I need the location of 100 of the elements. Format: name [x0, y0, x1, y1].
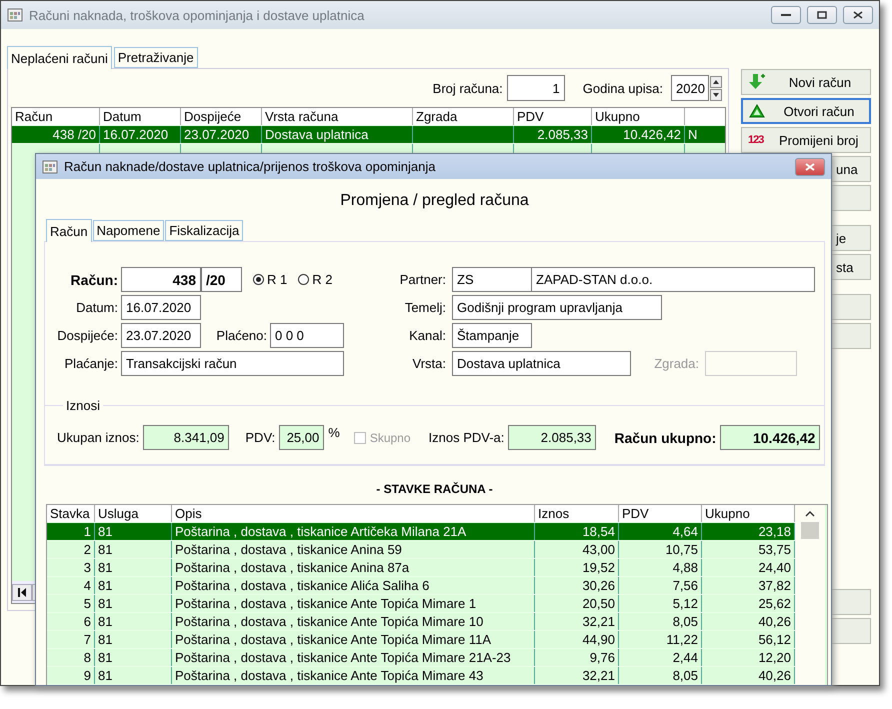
radio-option[interactable]: R 1: [253, 272, 288, 287]
column-header: Opis: [172, 505, 535, 522]
field-label: Plaćeno:: [215, 328, 267, 343]
table-cell: Poštarina , dostava , tiskanice Ante Topića Mimare 11A: [172, 631, 535, 648]
tab[interactable]: Neplaćeni računi: [7, 46, 112, 69]
column-header: Zgrada: [413, 108, 514, 125]
column-header: Stavka: [47, 505, 95, 522]
input-field[interactable]: 10.426,42: [720, 425, 820, 450]
column-header: PDV: [619, 505, 702, 522]
table-cell: 4,88: [619, 559, 702, 576]
table-cell: Poštarina , dostava , tiskanice Anina 59: [172, 541, 535, 558]
input-field[interactable]: Transakcijski račun: [121, 351, 344, 376]
field-label: Godina upisa:: [582, 80, 663, 96]
field-label: PDV:: [245, 430, 276, 445]
table-cell: 18,54: [535, 523, 619, 540]
field-label: Partner:: [398, 272, 446, 287]
section-title: - STAVKE RAČUNA -: [375, 481, 494, 498]
tab[interactable]: Napomene: [92, 220, 164, 241]
table-cell: 81: [95, 541, 172, 558]
table-cell: 30,26: [535, 577, 619, 594]
percent-sign: %: [328, 425, 340, 440]
field-label: Datum:: [75, 300, 118, 315]
input-field[interactable]: 1: [506, 75, 565, 101]
table-cell: 5,12: [619, 595, 702, 612]
input-field[interactable]: Godišnji program upravljanja: [452, 295, 662, 320]
table-row[interactable]: 9 81 Poštarina , dostava , tiskanice Ante Topića Mimare 43 32,21 8,05 40,26: [47, 667, 795, 685]
table-cell: Dostava uplatnica: [262, 126, 413, 143]
field-label: Iznos PDV-a:: [428, 430, 504, 445]
column-header: PDV: [514, 108, 592, 125]
table-row[interactable]: 438 /20 16.07.2020 23.07.2020 Dostava uplatnica 2.085,33 10.426,42 N: [12, 126, 725, 144]
field-label: Vrsta:: [412, 356, 446, 371]
table-cell: 19,52: [535, 559, 619, 576]
table-cell: 81: [95, 559, 172, 576]
table-cell: 23.07.2020: [181, 126, 262, 143]
table-cell: 81: [95, 649, 172, 666]
input-field[interactable]: 25,00: [279, 425, 324, 450]
table-row[interactable]: 7 81 Poštarina , dostava , tiskanice Ante Topića Mimare 11A 44,90 11,22 56,12: [47, 631, 795, 649]
toolbar-button[interactable]: Novi račun: [741, 69, 871, 95]
table-cell: 7: [47, 631, 95, 648]
input-field[interactable]: 438: [121, 267, 201, 292]
table-cell: Poštarina , dostava , tiskanice Ante Topića Mimare 21A-23: [172, 649, 535, 666]
field-label: Račun:: [70, 272, 118, 288]
table-cell: 4,64: [619, 523, 702, 540]
field-label: Kanal:: [408, 328, 446, 343]
input-field[interactable]: 2.085,33: [508, 425, 596, 450]
input-field[interactable]: 0 0 0: [270, 323, 344, 348]
table-cell: Poštarina , dostava , tiskanice Anina 87a: [172, 559, 535, 576]
input-field[interactable]: Dostava uplatnica: [452, 351, 631, 376]
radio-option[interactable]: R 2: [298, 272, 332, 287]
field-label: Ukupan iznos:: [57, 430, 140, 445]
table-row[interactable]: 2 81 Poštarina , dostava , tiskanice Anina 59 43,00 10,75 53,75: [47, 541, 795, 559]
table-cell: 1: [47, 523, 95, 540]
table-row[interactable]: 4 81 Poštarina , dostava , tiskanice Alića Saliha 6 30,26 7,56 37,82: [47, 577, 795, 595]
numbers-icon: 123: [748, 134, 764, 146]
table-cell: Poštarina , dostava , tiskanice Ante Topića Mimare 10: [172, 613, 535, 630]
field-label: Temelj:: [404, 300, 446, 315]
field-label: Dospijeće:: [56, 328, 118, 343]
group-legend: Iznosi: [63, 398, 103, 413]
table-cell: 4: [47, 577, 95, 594]
input-field[interactable]: 16.07.2020: [121, 295, 201, 320]
table-cell: 9: [47, 667, 95, 684]
input-field[interactable]: 23.07.2020: [121, 323, 201, 348]
table-cell: 10.426,42: [592, 126, 685, 143]
field-label: Zgrada:: [653, 356, 699, 371]
table-cell: Poštarina , dostava , tiskanice Ante Topića Mimare 43: [172, 667, 535, 684]
input-field[interactable]: 8.341,09: [143, 425, 230, 450]
table-row[interactable]: 1 81 Poštarina , dostava , tiskanice Artičeka Milana 21A 18,54 4,64 23,18: [47, 523, 795, 541]
tab[interactable]: Fiskalizacija: [165, 220, 244, 241]
table-cell: 43,00: [535, 541, 619, 558]
table-cell: 81: [95, 631, 172, 648]
table-row[interactable]: 6 81 Poštarina , dostava , tiskanice Ante Topića Mimare 10 32,21 8,05 40,26: [47, 613, 795, 631]
input-field[interactable]: /20: [201, 267, 242, 292]
table-row[interactable]: 5 81 Poštarina , dostava , tiskanice Ante Topića Mimare 1 20,50 5,12 25,62: [47, 595, 795, 613]
table-cell: 81: [95, 613, 172, 630]
column-header: Dospijeće: [181, 108, 262, 125]
table-cell: 32,21: [535, 667, 619, 684]
input-field[interactable]: 2020: [671, 75, 709, 101]
field-label: Plaćanje:: [64, 356, 118, 371]
table-cell: 6: [47, 613, 95, 630]
table-cell: 5: [47, 595, 95, 612]
table-cell: 81: [95, 667, 172, 684]
table-cell: 32,21: [535, 613, 619, 630]
table-cell: Poštarina , dostava , tiskanice Artičeka Milana 21A: [172, 523, 535, 540]
input-field[interactable]: ZS: [452, 267, 532, 292]
tab[interactable]: Račun: [46, 219, 92, 242]
table-row[interactable]: 3 81 Poštarina , dostava , tiskanice Anina 87a 19,52 4,88 24,40: [47, 559, 795, 577]
table-cell: 7,56: [619, 577, 702, 594]
input-field[interactable]: Štampanje: [452, 323, 532, 348]
table-row[interactable]: 8 81 Poštarina , dostava , tiskanice Ante Topića Mimare 21A-23 9,76 2,44 12,20: [47, 649, 795, 667]
column-header: Iznos: [535, 505, 619, 522]
table-cell: 8,05: [619, 667, 702, 684]
toolbar-button[interactable]: Otvori račun: [741, 98, 871, 124]
dialog-title: Račun naknade/dostave uplatnica/prijenos troškova opominjanja: [64, 159, 436, 174]
input-field[interactable]: ZAPAD-STAN d.o.o.: [531, 267, 815, 292]
toolbar-button[interactable]: 123 Promijeni broj: [741, 127, 871, 153]
table-cell: 9,76: [535, 649, 619, 666]
tab[interactable]: Pretraživanje: [114, 47, 198, 68]
table-cell: 11,22: [619, 631, 702, 648]
column-header: Datum: [100, 108, 181, 125]
dialog-heading: Promjena / pregled računa: [340, 192, 529, 210]
